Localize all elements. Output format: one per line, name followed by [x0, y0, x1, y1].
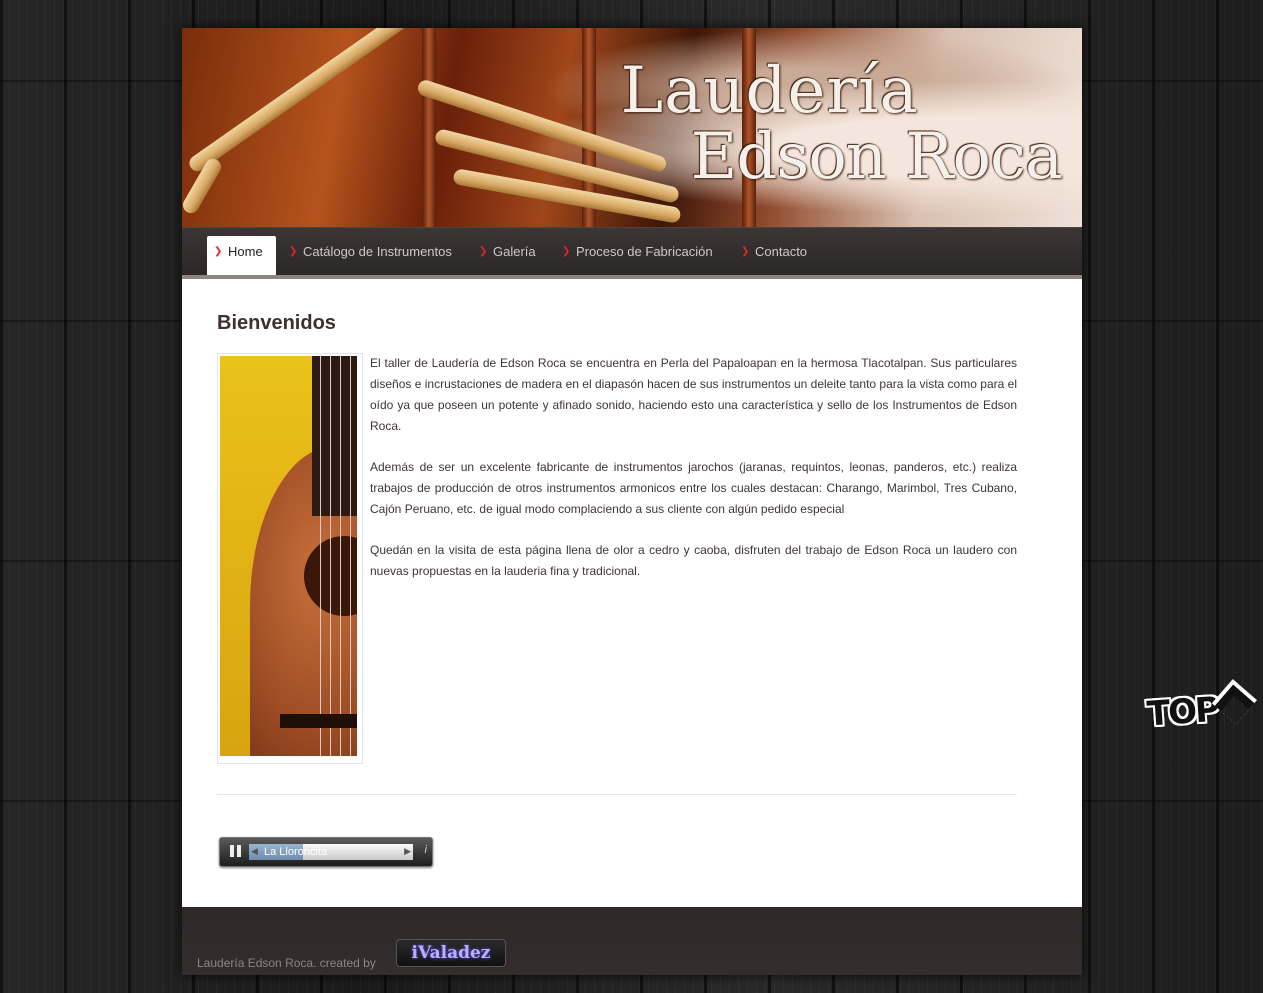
logo-line-1: Laudería — [620, 54, 919, 128]
guitar-string — [340, 356, 341, 756]
intro-paragraph-1: El taller de Laudería de Edson Roca se e… — [370, 356, 1017, 433]
nav-arrow-icon: ❯ — [479, 246, 488, 257]
prev-track-icon[interactable]: ◀ — [251, 846, 258, 857]
pause-button[interactable] — [230, 845, 242, 857]
nav-item-galeria[interactable]: ❯ Galería — [472, 236, 536, 275]
player-progress-track[interactable]: ◀ La Lloroncita ▶ — [249, 844, 413, 860]
top-label: TOP — [1145, 689, 1220, 735]
nav-item-label: Proceso de Fabricación — [576, 244, 713, 259]
nav-arrow-icon: ❯ — [741, 246, 750, 257]
chevron-up-icon — [1214, 684, 1255, 725]
main-content: Bienvenidos El taller de Laudería de Eds… — [182, 279, 1082, 907]
author-badge-link[interactable]: iValadez — [396, 939, 506, 967]
footer: Laudería Edson Roca. created by iValadez — [182, 907, 1082, 975]
guitar-photo — [217, 353, 363, 764]
nav-item-label: Galería — [493, 244, 536, 259]
page-title: Bienvenidos — [217, 312, 336, 334]
back-to-top-button[interactable]: TOP — [1142, 684, 1257, 739]
player-info-button[interactable]: i — [425, 844, 427, 856]
pause-icon-bar — [237, 845, 241, 857]
intro-paragraph-2: Además de ser un excelente fabricante de… — [370, 460, 1017, 516]
guitar-bridge-shape — [280, 714, 357, 728]
nav-item-label: Contacto — [755, 244, 808, 259]
nav-item-label: Home — [228, 244, 263, 259]
next-track-icon[interactable]: ▶ — [404, 846, 411, 857]
footer-credit: Laudería Edson Roca. created by — [197, 956, 376, 970]
nav-arrow-icon: ❯ — [562, 246, 571, 257]
guitar-string — [350, 356, 351, 756]
guitar-string — [330, 356, 331, 756]
guitar-string — [320, 356, 321, 756]
track-title: La Lloroncita — [264, 846, 327, 858]
main-navigation: ❯ Home ❯ Catálogo de Instrumentos ❯ Gale… — [182, 227, 1082, 281]
logo-line-2: Edson Roca — [690, 120, 1063, 194]
audio-player: ◀ La Lloroncita ▶ i — [219, 837, 433, 867]
page-container: Laudería Edson Roca ❯ Home ❯ Catálogo de… — [182, 28, 1082, 975]
banner-wood-strip — [422, 28, 436, 227]
header-banner: Laudería Edson Roca — [182, 28, 1082, 227]
intro-paragraph-3: Quedán en la visita de esta página llena… — [370, 543, 1017, 578]
intro-text: El taller de Laudería de Edson Roca se e… — [370, 353, 1017, 602]
guitar-image — [220, 356, 357, 756]
nav-item-label: Catálogo de Instrumentos — [303, 244, 452, 259]
banner-wood-stick — [186, 28, 458, 175]
nav-item-catalogo[interactable]: ❯ Catálogo de Instrumentos — [282, 236, 452, 275]
nav-item-proceso[interactable]: ❯ Proceso de Fabricación — [555, 236, 713, 275]
pause-icon-bar — [230, 845, 234, 857]
nav-arrow-icon: ❯ — [214, 246, 223, 257]
site-logo[interactable]: Laudería Edson Roca — [620, 54, 1063, 194]
content-divider — [217, 794, 1017, 795]
nav-item-contacto[interactable]: ❯ Contacto — [734, 236, 807, 275]
nav-arrow-icon: ❯ — [289, 246, 298, 257]
